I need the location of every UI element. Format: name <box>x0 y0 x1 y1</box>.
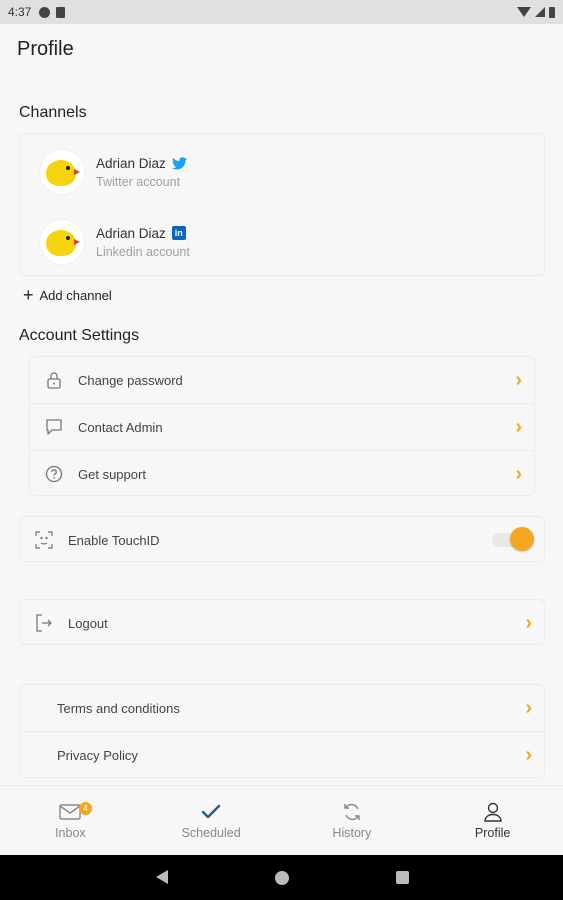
terms-label: Terms and conditions <box>57 700 180 716</box>
change-password-row[interactable]: Change password › <box>30 357 534 403</box>
account-settings-title: Account Settings <box>19 327 140 344</box>
logout-icon <box>34 613 54 633</box>
privacy-row[interactable]: Privacy Policy › <box>20 732 544 778</box>
add-channel-button[interactable]: + Add channel <box>23 285 112 305</box>
avatar <box>40 220 84 264</box>
nav-inbox[interactable]: 4 Inbox <box>0 786 141 855</box>
check-icon <box>200 802 222 822</box>
refresh-icon <box>341 802 363 822</box>
terms-row[interactable]: Terms and conditions › <box>20 685 544 731</box>
contact-admin-label: Contact Admin <box>78 419 163 435</box>
avatar <box>40 150 84 194</box>
privacy-label: Privacy Policy <box>57 747 138 763</box>
help-icon <box>44 464 64 484</box>
chevron-right-icon: › <box>525 696 532 719</box>
nav-inbox-label: Inbox <box>55 825 86 840</box>
nav-history-label: History <box>332 825 372 840</box>
inbox-badge: 4 <box>79 802 92 815</box>
status-bar: 4:37 <box>0 0 563 24</box>
nav-scheduled-label: Scheduled <box>181 825 241 840</box>
contact-admin-row[interactable]: Contact Admin › <box>30 404 534 450</box>
channels-card: Adrian Diaz Twitter account Adrian Diaz … <box>19 133 545 276</box>
nav-profile[interactable]: Profile <box>422 786 563 855</box>
channel-name: Adrian Diaz <box>96 155 166 171</box>
recent-apps-icon[interactable] <box>396 871 409 884</box>
user-icon <box>482 802 504 822</box>
nav-history[interactable]: History <box>282 786 423 855</box>
battery-icon <box>549 6 555 18</box>
system-nav-bar <box>0 855 563 900</box>
channel-name: Adrian Diaz <box>96 225 166 241</box>
chevron-right-icon: › <box>525 611 532 634</box>
logout-row[interactable]: Logout › <box>20 600 544 646</box>
nav-profile-label: Profile <box>474 825 511 840</box>
change-password-label: Change password <box>78 372 183 388</box>
storage-status-icon <box>56 6 66 18</box>
plus-icon: + <box>23 285 34 305</box>
chevron-right-icon: › <box>515 415 522 438</box>
touch-id-toggle[interactable] <box>490 527 534 551</box>
channel-account-type: Twitter account <box>96 174 181 189</box>
face-scan-icon <box>34 530 54 550</box>
logout-label: Logout <box>68 615 108 631</box>
chat-icon <box>44 417 64 437</box>
channel-account-type: Linkedin account <box>96 244 190 259</box>
touch-id-row: Enable TouchID <box>20 517 544 563</box>
chevron-right-icon: › <box>515 368 522 391</box>
channel-item-linkedin[interactable]: Adrian Diaz in Linkedin account <box>20 207 544 277</box>
sync-status-icon <box>39 6 51 18</box>
channels-section-title: Channels <box>19 104 87 121</box>
wifi-icon <box>517 7 531 17</box>
nav-scheduled[interactable]: Scheduled <box>141 786 282 855</box>
account-settings-card: Change password › Contact Admin › Get su… <box>29 356 535 496</box>
channel-item-twitter[interactable]: Adrian Diaz Twitter account <box>20 137 544 207</box>
home-icon[interactable] <box>275 871 289 885</box>
touch-id-label: Enable TouchID <box>68 532 160 548</box>
get-support-row[interactable]: Get support › <box>30 451 534 497</box>
logout-card: Logout › <box>19 599 545 645</box>
get-support-label: Get support <box>78 466 146 482</box>
back-icon[interactable] <box>156 870 168 884</box>
touch-id-card: Enable TouchID <box>19 516 545 562</box>
linkedin-icon: in <box>171 226 186 240</box>
inbox-icon <box>59 802 82 822</box>
twitter-icon <box>171 156 187 169</box>
page-title: Profile <box>17 38 74 60</box>
legal-card: Terms and conditions › Privacy Policy › <box>19 684 545 778</box>
lock-icon <box>44 370 64 390</box>
status-time: 4:37 <box>8 5 32 19</box>
chevron-right-icon: › <box>525 743 532 766</box>
bottom-nav: 4 Inbox Scheduled History Profile <box>0 785 563 855</box>
add-channel-label: Add channel <box>39 287 112 303</box>
signal-icon <box>535 7 545 17</box>
chevron-right-icon: › <box>515 462 522 485</box>
